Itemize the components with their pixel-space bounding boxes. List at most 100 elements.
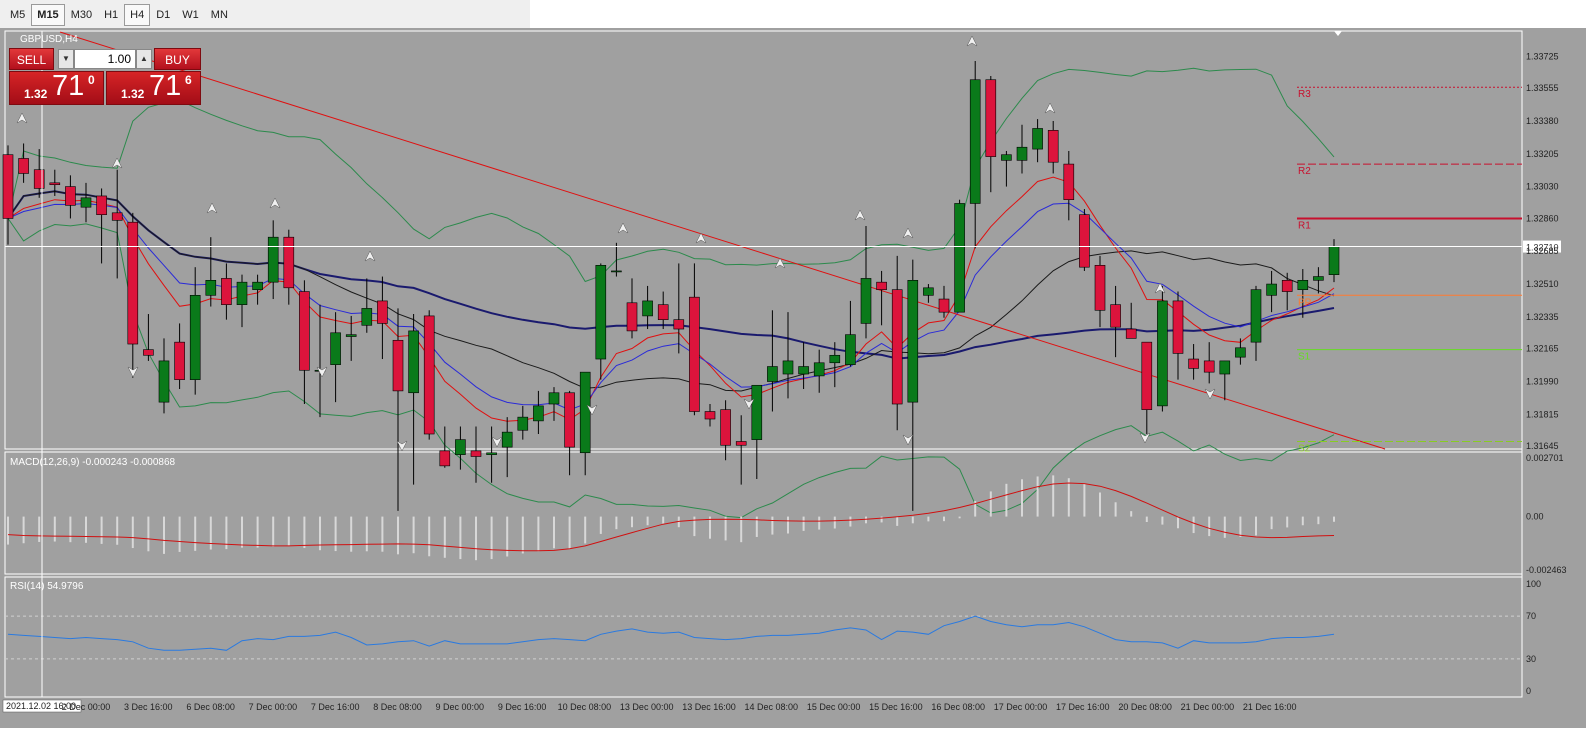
- candle-body: [1110, 304, 1121, 328]
- candle-body: [486, 452, 497, 455]
- timeframe-toolbar: M5 M15 M30 H1 H4 D1 W1 MN: [0, 0, 530, 31]
- candle-body: [704, 411, 716, 420]
- pivot-label-s1: S1: [1298, 352, 1311, 363]
- timeframe-mn-button[interactable]: MN: [205, 4, 234, 26]
- price-tick-label: 1.32685: [1526, 246, 1559, 256]
- pivot-label-r3: R3: [1298, 89, 1311, 100]
- candle-body: [18, 158, 29, 174]
- candle-body: [829, 354, 841, 364]
- sell-quote-pips: 71: [52, 70, 85, 102]
- candle-body: [533, 405, 544, 422]
- price-tick-label: 1.33205: [1526, 149, 1559, 159]
- candle-body: [158, 360, 170, 403]
- candle-body: [330, 332, 341, 365]
- buy-quote-prefix: 1.32: [121, 87, 145, 101]
- candle-body: [1235, 347, 1246, 358]
- date-tick-label: 15 Dec 00:00: [807, 702, 861, 712]
- date-tick-label: 21 Dec 00:00: [1181, 702, 1235, 712]
- candle-body: [80, 197, 92, 208]
- candle-body: [548, 392, 560, 405]
- candle-body: [1266, 283, 1277, 296]
- candle-body: [876, 281, 887, 290]
- candle-body: [111, 212, 123, 221]
- candle-body: [361, 308, 373, 326]
- candle-body: [1094, 265, 1106, 311]
- candle-body: [1297, 280, 1309, 290]
- date-tick-label: 3 Dec 16:00: [124, 702, 173, 712]
- sell-quote-prefix: 1.32: [24, 87, 48, 101]
- timeframe-buttons: M5 M15 M30 H1 H4 D1 W1 MN: [4, 4, 234, 26]
- timeframe-w1-button[interactable]: W1: [176, 4, 205, 26]
- timeframe-d1-button[interactable]: D1: [150, 4, 176, 26]
- buy-button[interactable]: BUY: [154, 48, 201, 70]
- main-panel-bg: [4, 30, 1523, 450]
- date-tick-label: 8 Dec 08:00: [373, 702, 422, 712]
- candle-body: [611, 270, 622, 273]
- pivot-label-s2: S2: [1298, 444, 1311, 455]
- candle-body: [1188, 358, 1199, 369]
- rsi-tick-label: 70: [1526, 611, 1536, 621]
- buy-quote[interactable]: 1.32 71 6: [106, 70, 201, 105]
- candle-body: [1203, 360, 1215, 373]
- date-tick-label: 9 Dec 16:00: [498, 702, 547, 712]
- candle-body: [408, 330, 419, 394]
- candle-body: [923, 287, 934, 296]
- candle-body: [33, 169, 45, 189]
- candle-body: [673, 319, 685, 330]
- candle-body: [267, 236, 279, 283]
- candle-body: [938, 298, 950, 313]
- candle-body: [626, 302, 638, 332]
- lot-decrease-button[interactable]: ▼: [58, 49, 74, 69]
- sell-button[interactable]: SELL: [9, 48, 54, 70]
- candle-body: [377, 300, 388, 324]
- candle-body: [345, 334, 357, 337]
- date-tick-label: 7 Dec 16:00: [311, 702, 360, 712]
- price-tick-label: 1.33725: [1526, 51, 1559, 61]
- candle-body: [782, 360, 794, 375]
- candle-body: [189, 294, 201, 380]
- sell-quote[interactable]: 1.32 71 0: [9, 70, 104, 105]
- candle-body: [2, 154, 14, 219]
- candle-body: [642, 300, 653, 317]
- chart-title: GBPUSD,H4: [20, 34, 78, 45]
- timeframe-m30-button[interactable]: M30: [65, 4, 98, 26]
- candle-body: [392, 339, 404, 392]
- date-tick-label: 20 Dec 08:00: [1118, 702, 1172, 712]
- candle-body: [969, 79, 981, 204]
- candle-body: [1047, 130, 1059, 163]
- candle-body: [845, 334, 856, 365]
- price-tick-label: 1.33030: [1526, 182, 1559, 192]
- lot-increase-button[interactable]: ▲: [136, 49, 152, 69]
- candle-body: [299, 291, 310, 371]
- date-tick-label: 14 Dec 08:00: [745, 702, 799, 712]
- pivot-label-r1: R1: [1298, 220, 1311, 231]
- candle-body: [283, 236, 295, 289]
- price-tick-label: 1.31815: [1526, 409, 1559, 419]
- chart-window[interactable]: R3 R2 R1 PP S1 S2 1.32710 2021.12.02 16:00 1.33…: [0, 28, 1586, 728]
- candle-body: [767, 366, 778, 382]
- candle-body: [174, 341, 185, 380]
- timeframe-m5-button[interactable]: M5: [4, 4, 31, 26]
- timeframe-h4-button[interactable]: H4: [124, 4, 151, 26]
- candle-body: [501, 431, 513, 448]
- candle-body: [517, 416, 529, 431]
- buy-quote-pips: 71: [149, 70, 182, 102]
- timeframe-m15-button[interactable]: M15: [31, 4, 65, 26]
- candle-body: [689, 296, 700, 412]
- date-tick-label: 17 Dec 00:00: [994, 702, 1048, 712]
- timeframe-h1-button[interactable]: H1: [98, 4, 124, 26]
- candle-body: [954, 203, 965, 313]
- lot-size-input[interactable]: 1.00: [74, 49, 136, 69]
- candle-body: [236, 281, 248, 305]
- candle-body: [1328, 246, 1340, 275]
- price-tick-label: 1.32860: [1526, 213, 1559, 223]
- candle-body: [751, 384, 763, 440]
- candle-body: [143, 349, 154, 356]
- chart-canvas[interactable]: R3R2R1PPS1S2 1.327102021.12.02 16:001.33…: [0, 28, 1586, 728]
- macd-panel-bg: [4, 451, 1523, 575]
- date-tick-label: 15 Dec 16:00: [869, 702, 923, 712]
- candle-body: [470, 450, 482, 457]
- candle-body: [860, 278, 872, 324]
- candle-body: [1063, 163, 1075, 200]
- candle-body: [252, 281, 263, 290]
